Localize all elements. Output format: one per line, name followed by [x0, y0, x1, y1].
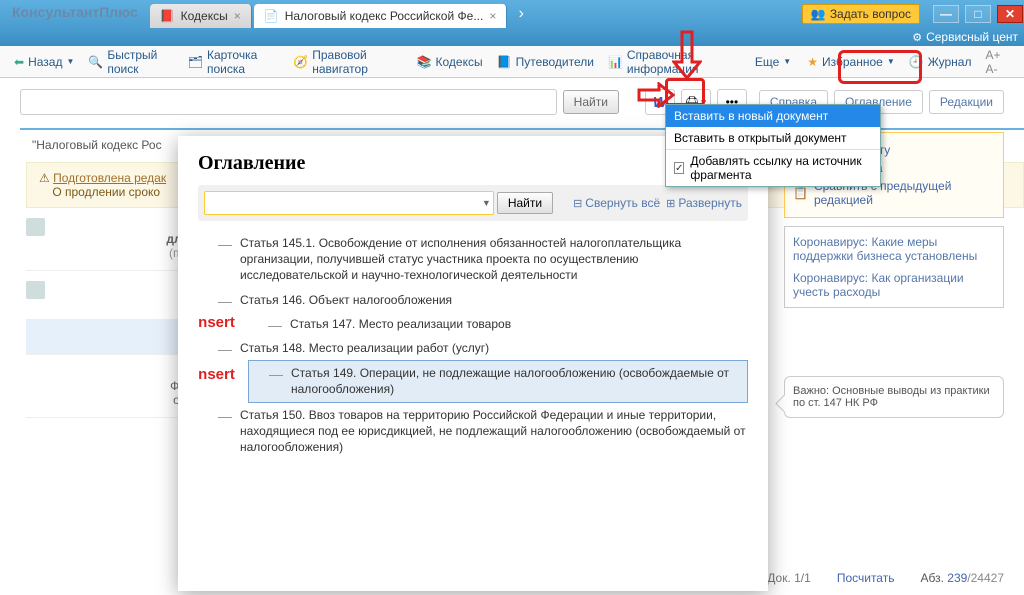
sidebar-info-box: Коронавирус: Какие меры поддержки бизнес…: [784, 226, 1004, 308]
tab-label: Налоговый кодекс Российской Фе...: [285, 9, 484, 23]
word-export-dropdown: Вставить в новый документ Вставить в отк…: [665, 104, 881, 187]
new-tab-button[interactable]: ›: [509, 0, 533, 28]
calc-link[interactable]: Посчитать: [837, 571, 895, 585]
maximize-button[interactable]: □: [965, 5, 991, 23]
toc-item[interactable]: Статья 146. Объект налогообложения: [198, 288, 748, 312]
annotation-highlight-box: [838, 50, 922, 84]
expand-all-button[interactable]: ⊞ Развернуть: [666, 196, 742, 210]
close-window-button[interactable]: ✕: [997, 5, 1023, 23]
dropdown-item-add-link[interactable]: ✓Добавлять ссылку на источник фрагмента: [666, 149, 880, 186]
toc-item[interactable]: Статья 148. Место реализации работ (услу…: [198, 336, 748, 360]
close-icon[interactable]: ×: [234, 9, 241, 23]
toc-panel: Оглавление ▼ Найти ⊟ Свернуть всё ⊞ Разв…: [178, 136, 768, 591]
insert-label: Insert: [198, 314, 235, 331]
tab-label: Кодексы: [181, 9, 228, 23]
close-icon[interactable]: ×: [489, 9, 496, 23]
toc-search-input[interactable]: [204, 191, 494, 215]
service-bar: ⚙ Сервисный цент: [0, 28, 1024, 46]
tab-codes[interactable]: 📕Кодексы×: [150, 4, 252, 28]
checkbox-icon[interactable]: ✓: [674, 162, 684, 174]
toc-item[interactable]: Статья 145.1. Освобождение от исполнения…: [198, 231, 748, 288]
status-bar: Док. 1/1 Посчитать Абз. 239/24427: [767, 571, 1004, 585]
service-center-link[interactable]: ⚙ Сервисный цент: [906, 30, 1024, 44]
title-bar: КонсультантПлюс 📕Кодексы× 📄Налоговый код…: [0, 0, 1024, 28]
dropdown-item-open-doc[interactable]: Вставить в открытый документ: [666, 127, 880, 149]
collapse-all-button[interactable]: ⊟ Свернуть всё: [573, 196, 660, 210]
card-search-button[interactable]: 🗂Карточка поиска: [182, 45, 286, 79]
tab-document[interactable]: 📄Налоговый кодекс Российской Фе...×: [254, 4, 508, 28]
toc-item[interactable]: Статья 147. Место реализации товаров: [248, 312, 748, 336]
more-button[interactable]: Еще▼: [749, 52, 797, 72]
sidebar-quote[interactable]: Важно: Основные выводы из практики по ст…: [784, 376, 1004, 418]
dropdown-item-new-doc[interactable]: Вставить в новый документ: [666, 105, 880, 127]
document-search-input[interactable]: [20, 89, 557, 115]
back-button[interactable]: ⬅Назад▼: [8, 52, 80, 72]
info-link[interactable]: Коронавирус: Какие меры поддержки бизнес…: [793, 235, 995, 263]
minimize-button[interactable]: —: [933, 5, 959, 23]
guides-button[interactable]: 📘Путеводители: [491, 52, 600, 72]
doc-counter: Док. 1/1: [767, 571, 811, 585]
toc-find-button[interactable]: Найти: [497, 192, 553, 214]
toc-item[interactable]: Статья 150. Ввоз товаров на территорию Р…: [198, 403, 748, 460]
info-link[interactable]: Коронавирус: Как организации учесть расх…: [793, 271, 995, 299]
tab-redakcii[interactable]: Редакции: [929, 90, 1004, 114]
brand-label: КонсультантПлюс: [0, 0, 150, 24]
ask-question-button[interactable]: 👥Задать вопрос: [802, 4, 920, 24]
annotation-arrow-down-icon: [672, 30, 702, 80]
annotation-highlight-box: [665, 78, 705, 106]
paragraph-counter: Абз. 239/24427: [920, 571, 1004, 585]
insert-label: Insert: [198, 366, 235, 383]
toc-list: Статья 145.1. Освобождение от исполнения…: [198, 231, 748, 575]
toc-item-selected[interactable]: Статья 149. Операции, не подлежащие нало…: [248, 360, 748, 402]
quick-search-button[interactable]: 🔍Быстрый поиск: [82, 45, 179, 79]
codes-button[interactable]: 📚Кодексы: [411, 52, 489, 72]
find-button[interactable]: Найти: [563, 90, 619, 114]
warn-link[interactable]: Подготовлена редак: [53, 171, 166, 185]
law-navigator-button[interactable]: 🧭Правовой навигатор: [287, 45, 408, 79]
font-size-button[interactable]: A+ A-: [979, 45, 1016, 79]
